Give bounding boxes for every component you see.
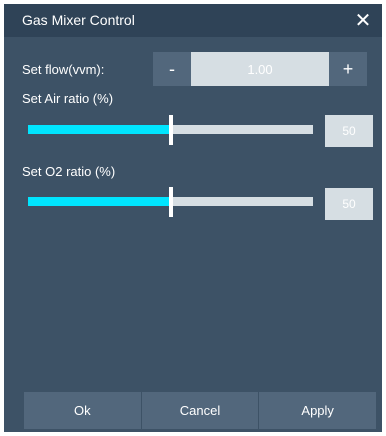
flow-decrement-button[interactable]: - [153,52,191,86]
flow-stepper: - 1.00 + [153,52,367,86]
cancel-button[interactable]: Cancel [140,392,259,429]
ok-button[interactable]: Ok [24,392,141,429]
dialog-button-bar: Ok Cancel Apply [24,392,377,429]
o2-ratio-slider[interactable] [28,187,313,217]
o2-ratio-value-field[interactable]: 50 [325,188,373,220]
o2-slider-fill [28,197,171,206]
o2-slider-thumb[interactable] [168,187,173,217]
window-title: Gas Mixer Control [22,12,135,28]
flow-label: Set flow(vvm): [22,62,105,77]
title-bar: Gas Mixer Control ✕ [4,4,382,37]
air-ratio-label: Set Air ratio (%) [22,91,114,106]
air-ratio-value-field[interactable]: 50 [325,115,373,147]
air-ratio-slider[interactable] [28,115,313,145]
o2-ratio-label: Set O2 ratio (%) [22,164,116,179]
flow-value-field[interactable]: 1.00 [191,52,329,86]
apply-button[interactable]: Apply [258,392,377,429]
air-slider-thumb[interactable] [168,115,173,145]
gas-mixer-dialog: Gas Mixer Control ✕ Set flow(vvm): - 1.0… [4,4,382,432]
close-icon[interactable]: ✕ [352,8,374,32]
flow-increment-button[interactable]: + [329,52,367,86]
air-slider-fill [28,125,171,134]
